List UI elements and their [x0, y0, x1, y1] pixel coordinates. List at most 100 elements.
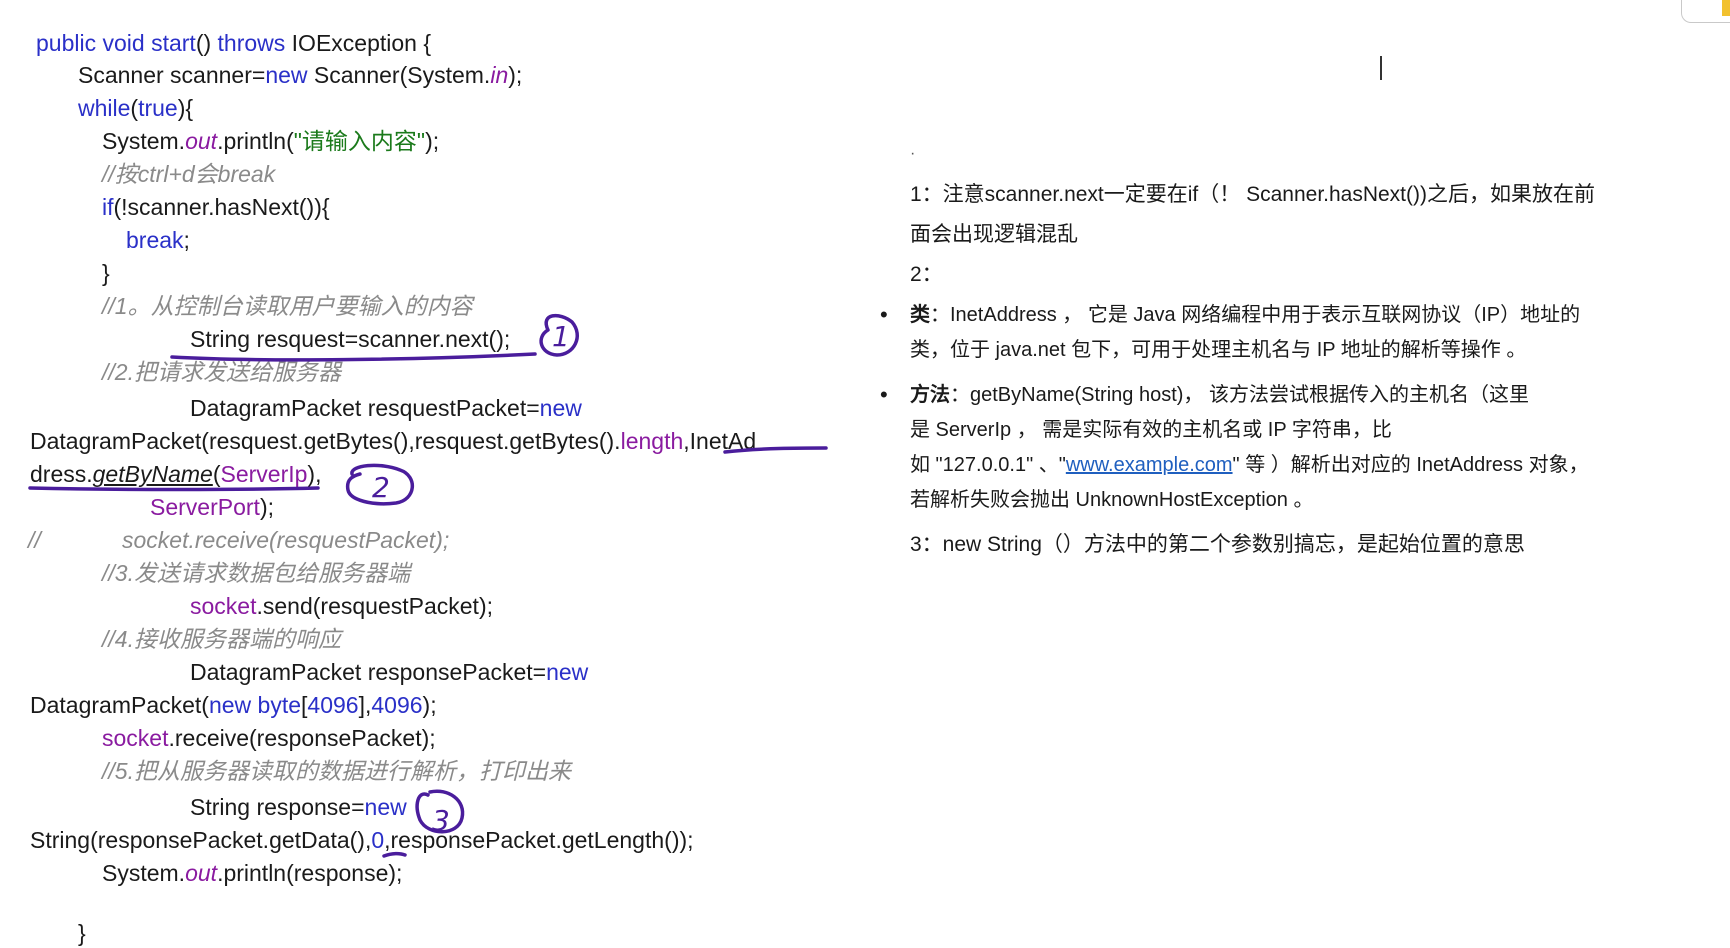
code-line-22: socket.receive(responsePacket);	[102, 723, 436, 753]
code-token: while	[78, 95, 131, 121]
code-token: .println(	[217, 128, 294, 154]
bullet-2-line-1: 方法：getByName(String host)， 该方法尝试根据传入的主机名…	[910, 375, 1529, 415]
code-line-14: dress.getByName(ServerIp),	[30, 459, 321, 489]
code-token: String response=	[190, 794, 365, 820]
code-token: DatagramPacket(	[30, 692, 209, 718]
code-token: ServerPort	[150, 494, 260, 520]
code-token: socket	[190, 593, 257, 619]
code-token: getByName	[92, 461, 213, 487]
code-token: ServerIp	[220, 461, 308, 487]
code-line-2: Scanner scanner=new Scanner(System.in);	[78, 60, 522, 90]
corner-tab[interactable]	[1681, 0, 1730, 23]
code-line-24: String response=new	[190, 792, 407, 822]
example-link[interactable]: www.example.com	[1066, 454, 1233, 476]
code-token: IOException {	[291, 30, 432, 56]
code-token: break	[126, 227, 184, 253]
code-line-27: }	[78, 920, 86, 946]
code-line-20: DatagramPacket responsePacket=new	[190, 657, 588, 687]
code-comment: //3.发送请求数据包给服务器端	[102, 560, 410, 586]
code-token: new	[539, 395, 582, 421]
annotation-mark: 1	[552, 320, 570, 353]
code-token: new	[546, 659, 589, 685]
code-comment: //	[28, 527, 41, 553]
corner-accent-icon	[1722, 0, 1730, 16]
code-line-10: String resquest=scanner.next();	[190, 326, 511, 352]
code-token: new byte	[208, 692, 302, 718]
code-line-4: System.out.println("请输入内容");	[102, 126, 439, 156]
code-token: 0	[371, 827, 385, 853]
code-line-13: DatagramPacket(resquest.getBytes(),resqu…	[30, 426, 756, 456]
code-token: public void	[36, 30, 152, 56]
note-1-line-1: 1：注意scanner.next一定要在if（！ Scanner.hasNext…	[910, 183, 1596, 206]
code-token: ;	[183, 227, 190, 253]
code-token: );	[508, 62, 523, 88]
code-token: 4096	[371, 692, 423, 718]
code-token: out	[185, 128, 218, 154]
code-token: DatagramPacket resquestPacket=	[190, 395, 540, 421]
bullet-1-line-1: 类：InetAddress ， 它是 Java 网络编程中用于表示互联网协议（I…	[910, 295, 1580, 335]
code-token: in	[490, 62, 509, 88]
code-token: .send(resquestPacket);	[256, 593, 493, 619]
annotation-mark: 2	[372, 471, 390, 504]
code-token: System.	[102, 860, 186, 886]
code-token: dress.	[30, 461, 93, 487]
code-comment: //1。从控制台读取用户要输入的内容	[102, 293, 473, 319]
ink-circle	[345, 463, 414, 506]
code-token: ,InetAd	[683, 428, 757, 454]
text-cursor	[1380, 56, 1382, 80]
code-token: );	[259, 494, 274, 520]
code-token: ),	[307, 461, 322, 487]
bullet-label: 类	[910, 304, 930, 326]
bullet-2-line-3: 如 "127.0.0.1" 、"www.example.com" 等 ）解析出对…	[910, 445, 1589, 485]
bullet-2-line-4: 若解析失败会抛出 UnknownHostException 。	[910, 489, 1314, 511]
code-token: DatagramPacket(resquest.getBytes(),resqu…	[30, 428, 621, 454]
stray-dot: ·	[910, 145, 916, 162]
bullet-2-line-2: 是 ServerIp ， 需是实际有效的主机名或 IP 字符串，比	[910, 419, 1392, 441]
note-1-line-2: 面会出现逻辑混乱	[910, 223, 1078, 246]
code-token: out	[185, 860, 218, 886]
code-token: throws	[217, 30, 292, 56]
bullet-text: " 等 ）解析出对应的 InetAddress 对象，	[1232, 454, 1589, 476]
code-token: new	[364, 794, 407, 820]
code-token: Scanner(System.	[313, 62, 491, 88]
code-comment: //4.接收服务器端的响应	[102, 626, 341, 652]
code-token: start	[151, 30, 196, 56]
ink-circle	[539, 313, 579, 357]
code-token: 4096	[307, 692, 359, 718]
code-token: .println(response);	[217, 860, 403, 886]
code-token: if	[102, 194, 114, 220]
bullet-text: ：getByName(String host)， 该方法尝试根据传入的主机名（这…	[950, 384, 1529, 406]
code-token: ){	[177, 95, 194, 121]
code-token: Scanner scanner=	[78, 62, 266, 88]
code-token: "请输入内容"	[293, 128, 426, 154]
code-token: (	[130, 95, 139, 121]
code-comment: //按ctrl+d会break	[102, 161, 276, 187]
code-comment: socket.receive(resquestPacket);	[122, 527, 450, 553]
code-token: ],	[358, 692, 372, 718]
code-line-7: break;	[126, 225, 190, 255]
code-line-12: DatagramPacket resquestPacket=new	[190, 393, 582, 423]
bullet-1-line-2: 类，位于 java.net 包下，可用于处理主机名与 IP 地址的解析等操作 。	[910, 339, 1527, 361]
code-token: ,responsePacket.getLength());	[384, 827, 694, 853]
code-token: .receive(responsePacket);	[168, 725, 436, 751]
code-line-6: if(!scanner.hasNext()){	[102, 192, 330, 222]
code-token: String(responsePacket.getData(),	[30, 827, 372, 853]
code-token: (!scanner.hasNext()){	[113, 194, 330, 220]
code-token: );	[425, 128, 440, 154]
code-comment: //2.把请求发送给服务器	[102, 359, 341, 385]
note-3: 3：new String（）方法中的第二个参数别搞忘，是起始位置的意思	[910, 533, 1525, 556]
code-line-8: }	[102, 260, 110, 286]
code-line-26: System.out.println(response);	[102, 858, 402, 888]
code-line-25: String(responsePacket.getData(),0,respon…	[30, 825, 694, 855]
code-token: ()	[195, 30, 218, 56]
code-line-18: socket.send(resquestPacket);	[190, 591, 493, 621]
code-line-1: public void start() throws IOException {	[36, 28, 431, 58]
code-line-3: while(true){	[78, 93, 193, 123]
bullet-icon: •	[880, 382, 888, 407]
code-token: new	[265, 62, 314, 88]
bullet-text: 如 "127.0.0.1" 、"	[910, 454, 1066, 476]
code-line-21: DatagramPacket(new byte[4096],4096);	[30, 690, 437, 720]
code-token: true	[138, 95, 178, 121]
note-2: 2：	[910, 263, 943, 286]
code-line-15: ServerPort);	[150, 492, 274, 522]
